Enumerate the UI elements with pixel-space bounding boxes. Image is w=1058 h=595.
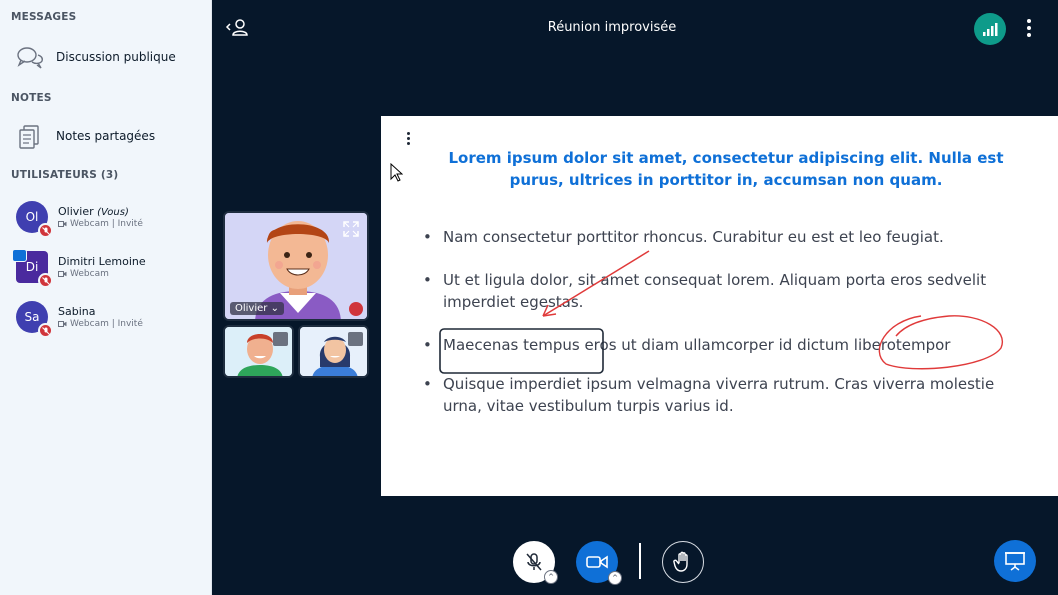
user-name-text: Olivier	[58, 205, 94, 218]
presentation-icon	[1005, 552, 1025, 571]
presentation-button[interactable]	[994, 540, 1036, 582]
user-status-text: Webcam | Invité	[70, 319, 143, 329]
slide-bullet: Maecenas tempus eros ut diam ullamcorper…	[423, 334, 1023, 356]
user-status-text: Webcam	[70, 269, 109, 279]
notes-section-title: NOTES	[11, 92, 52, 104]
user-item-dimitri[interactable]: Di Dimitri Lemoine Webcam	[0, 249, 212, 299]
users-section-title: UTILISATEURS (3)	[11, 169, 119, 181]
slide-bullet: Quisque imperdiet ipsum velmagna viverra…	[423, 373, 1023, 417]
video-tile-sabina[interactable]	[298, 325, 369, 378]
mic-off-icon	[349, 302, 363, 316]
tile-options-button[interactable]	[273, 332, 288, 346]
user-name: Dimitri Lemoine	[58, 255, 146, 268]
presenter-icon	[12, 249, 27, 262]
controls-divider	[639, 543, 641, 579]
video-tile-dimitri[interactable]	[223, 325, 294, 378]
user-status: Webcam | Invité	[58, 319, 143, 329]
mute-button[interactable]: ^	[513, 541, 558, 584]
expand-icon[interactable]	[341, 219, 361, 239]
shared-notes-link[interactable]: Notes partagées	[0, 116, 212, 156]
user-item-sabina[interactable]: Sa Sabina Webcam | Invité	[0, 301, 212, 349]
notes-icon	[19, 125, 39, 149]
more-dot	[406, 137, 410, 140]
you-label: (Vous)	[97, 207, 129, 218]
chevron-up-icon[interactable]: ^	[608, 571, 622, 585]
more-dot	[1027, 33, 1031, 37]
presentation-slide: Lorem ipsum dolor sit amet, consectetur …	[381, 116, 1058, 496]
meeting-title: Réunion improvisée	[547, 20, 677, 35]
more-vertical-icon	[1027, 19, 1031, 23]
messages-section-title: MESSAGES	[11, 11, 77, 23]
public-chat-link[interactable]: Discussion publique	[0, 37, 212, 77]
webcam-icon	[58, 271, 67, 277]
more-dot	[1027, 26, 1031, 30]
webcam-icon	[58, 321, 67, 327]
connection-status-button[interactable]	[974, 13, 1006, 45]
mic-off-icon	[38, 273, 53, 288]
slide-bullet: Nam consectetur porttitor rhoncus. Curab…	[423, 226, 1023, 248]
user-name: Sabina	[58, 305, 96, 318]
slide-options-button[interactable]	[403, 132, 413, 148]
video-tile-olivier[interactable]: Olivier ⌄	[223, 211, 369, 321]
mic-off-icon	[38, 223, 53, 238]
signal-icon	[983, 23, 998, 36]
more-dot	[406, 142, 410, 145]
camera-button[interactable]: ^	[576, 541, 622, 585]
video-name-tag[interactable]: Olivier ⌄	[230, 302, 284, 315]
camera-icon	[586, 555, 608, 569]
user-name: Olivier (Vous)	[58, 205, 129, 218]
user-status: Webcam | Invité	[58, 219, 143, 229]
slide-bullet-list: Nam consectetur porttitor rhoncus. Curab…	[423, 226, 1023, 438]
user-status: Webcam	[58, 269, 109, 279]
chevron-up-icon[interactable]: ^	[544, 570, 558, 584]
raise-hand-button[interactable]	[662, 541, 704, 583]
shared-notes-label: Notes partagées	[56, 129, 156, 143]
mic-off-icon	[38, 323, 53, 338]
user-item-olivier[interactable]: Ol Olivier (Vous) Webcam | Invité	[0, 201, 212, 249]
public-chat-label: Discussion publique	[56, 50, 176, 64]
more-options-button[interactable]	[1018, 14, 1040, 42]
sidebar: MESSAGES Discussion publique NOTES Notes…	[0, 0, 212, 595]
slide-bullet: Ut et ligula dolor, sit amet consequat l…	[423, 269, 1023, 313]
mic-off-icon	[526, 553, 542, 571]
hand-icon	[673, 551, 688, 572]
mouse-cursor-icon	[390, 163, 403, 182]
tile-options-button[interactable]	[348, 332, 363, 346]
chat-icon	[17, 47, 43, 69]
slide-title: Lorem ipsum dolor sit amet, consectetur …	[448, 149, 1004, 189]
video-name: Olivier	[235, 303, 268, 314]
webcam-icon	[58, 221, 67, 227]
more-vertical-icon	[406, 132, 410, 135]
user-status-text: Webcam | Invité	[70, 219, 143, 229]
